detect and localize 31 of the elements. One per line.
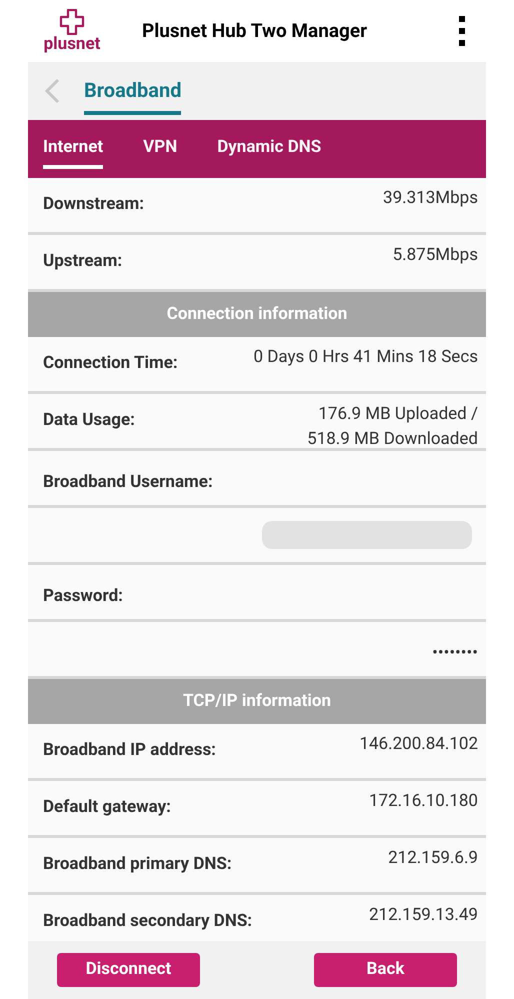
field-value: 212.159.13.49	[369, 904, 478, 927]
field-label: Upstream:	[43, 250, 122, 274]
field-label: Broadband primary DNS:	[43, 853, 232, 876]
field-value: 146.200.84.102	[359, 733, 478, 756]
tab[interactable]: Dynamic DNS	[217, 129, 322, 169]
field-value: 39.313Mbps	[383, 187, 478, 210]
section-header: TCP/IP information	[28, 679, 486, 724]
field-label: Broadband secondary DNS:	[43, 910, 252, 934]
logo-text: plusnet	[44, 35, 100, 53]
action-button[interactable]: Back	[314, 953, 457, 987]
field-value: 176.9 MB Uploaded / 518.9 MB Downloaded	[306, 403, 478, 451]
more-menu-icon[interactable]	[458, 16, 466, 46]
field-label: Downstream:	[43, 193, 144, 216]
field-label: Connection Time:	[43, 352, 178, 376]
app-title: Plusnet Hub Two Manager	[142, 18, 368, 44]
field-value: 0 Days 0 Hrs 41 Mins 18 Secs	[253, 346, 478, 369]
field-label: Default gateway:	[43, 796, 171, 820]
plus-logo-icon	[57, 9, 87, 35]
tab[interactable]: Internet	[43, 129, 104, 169]
field-value: ••••••••	[432, 642, 478, 666]
field-label: Broadband IP address:	[43, 739, 216, 762]
field-label: Data Usage:	[43, 409, 135, 432]
field-value: 172.16.10.180	[369, 790, 478, 813]
field-value: 5.875Mbps	[392, 244, 478, 267]
field-value: 212.159.6.9	[388, 847, 478, 870]
field-label: Broadband Username:	[43, 471, 213, 494]
section-header: Connection information	[28, 292, 486, 337]
action-button[interactable]: Disconnect	[57, 953, 200, 987]
page-title: Broadband	[84, 67, 182, 115]
field-label: Password:	[43, 585, 123, 608]
tab[interactable]: VPN	[143, 129, 178, 169]
